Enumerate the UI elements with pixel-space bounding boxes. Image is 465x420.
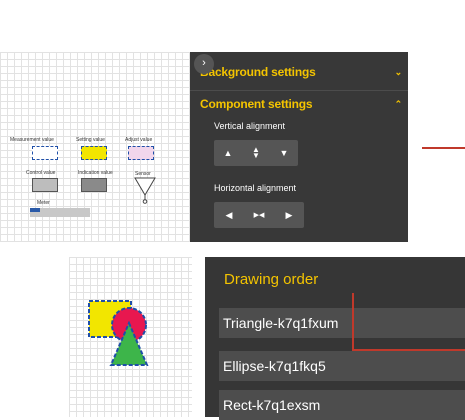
horizontal-alignment-group: ◀ ▶◀ ▶ xyxy=(214,202,304,228)
align-right-icon[interactable]: ▶ xyxy=(279,210,299,221)
indication-value-label: Indication value xyxy=(78,170,113,176)
meter-label: Meter xyxy=(37,200,50,206)
measurement-value-component[interactable] xyxy=(32,146,58,160)
settings-panel: Background settings ⌄ Component settings… xyxy=(190,52,408,242)
setting-value-component[interactable] xyxy=(81,146,107,160)
indication-value-component[interactable] xyxy=(81,178,107,192)
meter-indicator xyxy=(30,208,40,212)
drawing-order-title: Drawing order xyxy=(224,271,319,288)
align-top-icon[interactable]: ▲ xyxy=(218,148,238,158)
vertical-alignment-label: Vertical alignment xyxy=(214,121,286,131)
designer-canvas-top[interactable]: Measurement value Setting value Adjust v… xyxy=(0,52,192,242)
designer-canvas-bottom[interactable] xyxy=(69,257,192,417)
align-center-icon[interactable]: ▶◀ xyxy=(249,211,269,219)
highlight-bracket xyxy=(352,293,465,351)
drawing-order-item[interactable]: Rect-k7q1exsm xyxy=(219,390,465,420)
measurement-value-label: Measurement value xyxy=(10,137,54,143)
horizontal-alignment-label: Horizontal alignment xyxy=(214,183,297,193)
setting-value-label: Setting value xyxy=(76,137,105,143)
chevron-up-icon: ⌃ xyxy=(394,98,403,109)
adjust-value-component[interactable] xyxy=(128,146,154,160)
chevron-down-icon: ⌄ xyxy=(394,66,403,77)
vertical-alignment-group: ▲ ▲ ▼ ▼ xyxy=(214,140,298,166)
drawing-order-item[interactable]: Ellipse-k7q1fkq5 xyxy=(219,351,465,381)
sensor-component[interactable] xyxy=(134,176,156,204)
component-settings-header[interactable]: Component settings ⌃ xyxy=(200,88,408,120)
highlight-marker-line xyxy=(422,147,465,149)
adjust-value-label: Adjust value xyxy=(125,137,153,143)
background-settings-label: Background settings xyxy=(200,65,316,79)
align-left-icon[interactable]: ◀ xyxy=(219,210,239,221)
composed-shapes[interactable] xyxy=(85,297,155,373)
align-bottom-icon[interactable]: ▼ xyxy=(274,148,294,158)
control-value-component[interactable] xyxy=(32,178,58,192)
background-settings-header[interactable]: Background settings ⌄ xyxy=(200,54,408,90)
component-settings-label: Component settings xyxy=(200,97,313,111)
meter-component[interactable] xyxy=(30,208,90,217)
collapse-panel-toggle[interactable]: › xyxy=(194,54,214,74)
align-middle-icon[interactable]: ▲ ▼ xyxy=(246,146,266,160)
control-value-label: Control value xyxy=(26,170,56,176)
chevron-right-icon: › xyxy=(202,57,206,69)
